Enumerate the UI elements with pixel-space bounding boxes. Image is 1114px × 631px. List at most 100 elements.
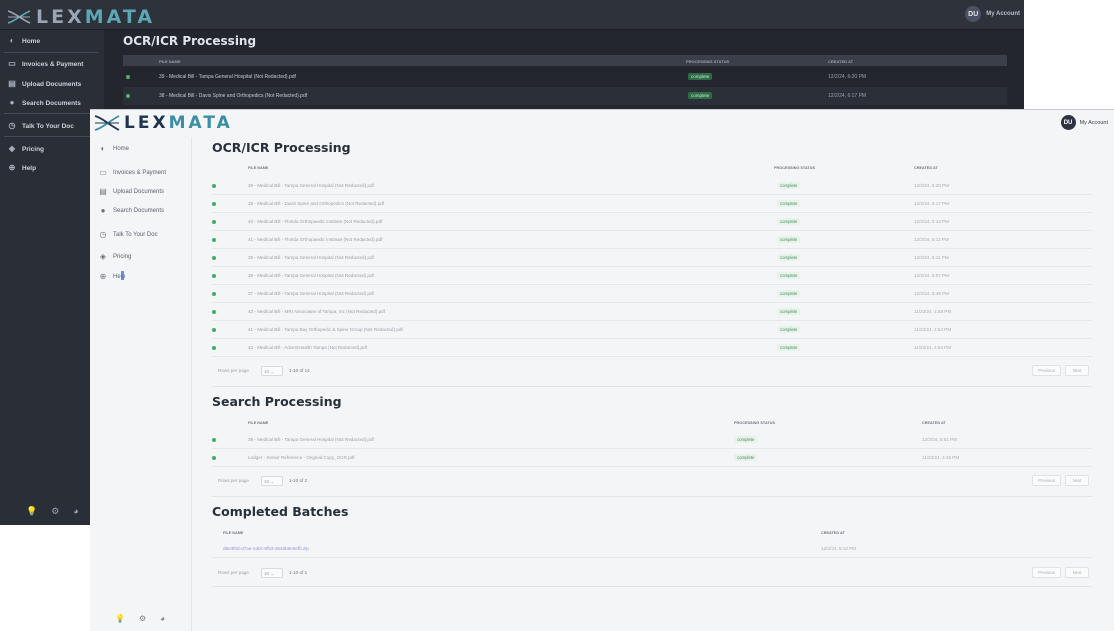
- file-name[interactable]: 41 - Medical Bill - Tampa Bay Orthopedic…: [248, 327, 403, 332]
- table-row[interactable]: 40 - Medical Bill - Florida Orthopaedic …: [212, 213, 1092, 231]
- sidebar-item-pricing[interactable]: ◈ Pricing: [0, 140, 100, 158]
- column-header-created[interactable]: CREATED AT: [821, 531, 845, 535]
- logo[interactable]: LEXMATA: [94, 113, 233, 133]
- account-label[interactable]: My Account: [1080, 120, 1108, 126]
- previous-button[interactable]: Previous: [1032, 567, 1061, 578]
- file-name[interactable]: 39 - Medical Bill - Tampa General Hospit…: [159, 74, 296, 80]
- table-row[interactable]: 41 - Medical Bill - Tampa Bay Orthopedic…: [212, 321, 1092, 339]
- table-row[interactable]: Ledger - Senior Reference - Original Cop…: [212, 449, 1092, 467]
- created-at: 12/2/24, 5:51 PM: [922, 437, 957, 442]
- sidebar-item-help[interactable]: ⊕ Help: [0, 159, 100, 177]
- account-menu[interactable]: DU My Account: [965, 6, 1020, 22]
- table-row[interactable]: 39 - Medical Bill - Tampa General Hospit…: [123, 68, 1007, 86]
- avatar[interactable]: DU: [1060, 115, 1076, 130]
- sidebar-item-talk[interactable]: ◷ Talk To Your Doc: [0, 117, 100, 135]
- column-header-status[interactable]: PROCESSING STATUS: [686, 59, 729, 64]
- column-header-file-name[interactable]: FILE NAME: [248, 421, 268, 425]
- table-row[interactable]: 38 - Medical Bill - Davis Spine and Orth…: [123, 87, 1007, 105]
- card-icon: ▭: [8, 59, 16, 68]
- file-name[interactable]: 39 - Medical Bill - Tampa General Hospit…: [248, 183, 374, 188]
- account-label[interactable]: My Account: [986, 11, 1020, 17]
- column-header-status[interactable]: PROCESSING STATUS: [734, 421, 775, 425]
- sidebar-item-upload[interactable]: ▤ Upload Documents: [90, 185, 190, 199]
- sidebar-item-home[interactable]: ◐ Home: [90, 142, 190, 156]
- theme-toggle-icon[interactable]: ◕: [73, 506, 78, 517]
- file-name[interactable]: 38 - Medical Bill - Davis Spine and Orth…: [159, 93, 307, 99]
- file-name[interactable]: 41 - Medical Bill - Florida Orthopaedic …: [248, 237, 382, 242]
- sidebar-footer: 💡 ⚙ ◕: [115, 614, 165, 623]
- sidebar-item-upload[interactable]: ▤ Upload Documents: [0, 75, 100, 93]
- sidebar-item-label: Search Documents: [22, 99, 81, 107]
- text-cursor: [121, 271, 124, 280]
- status-dot: [126, 75, 130, 79]
- next-button[interactable]: Next: [1065, 567, 1089, 578]
- status-badge: complete: [777, 182, 801, 189]
- rows-per-page-select[interactable]: 10 ⌄: [261, 568, 283, 578]
- main-content: OCR/ICR Processing FILE NAME PROCESSING …: [192, 137, 1114, 631]
- file-name[interactable]: 37 - Medical Bill - Tampa General Hospit…: [248, 291, 374, 296]
- previous-button[interactable]: Previous: [1032, 475, 1061, 486]
- table-row[interactable]: 43 - Medical Bill - AdventHealth Tampa (…: [212, 339, 1092, 357]
- sidebar-item-pricing[interactable]: ◈ Pricing: [90, 250, 190, 264]
- status-dot: [212, 438, 216, 442]
- table-row[interactable]: 39 - Medical Bill - Tampa General Hospit…: [212, 267, 1092, 285]
- table-row[interactable]: 38 - Medical Bill - Davis Spine and Orth…: [212, 195, 1092, 213]
- ocr-pagination: Rows per page 10 ⌄ 1-10 of 14 Previous N…: [212, 363, 1092, 379]
- sidebar-item-home[interactable]: ◐ Home: [0, 32, 100, 50]
- sidebar-item-talk[interactable]: ◷ Talk To Your Doc: [90, 228, 190, 242]
- file-name[interactable]: 42 - Medical Bill - MRI Associates of Ta…: [248, 309, 385, 314]
- sidebar-item-invoices[interactable]: ▭ Invoices & Payment: [90, 166, 190, 180]
- created-at: 12/2/24, 6:20 PM: [828, 74, 867, 80]
- table-row[interactable]: 42 - Medical Bill - MRI Associates of Ta…: [212, 303, 1092, 321]
- table-row[interactable]: 39 - Medical Bill - Tampa General Hospit…: [212, 177, 1092, 195]
- lightbulb-icon[interactable]: 💡: [115, 614, 125, 623]
- column-header-created[interactable]: CREATED AT: [914, 166, 938, 170]
- file-name[interactable]: 40 - Medical Bill - Florida Orthopaedic …: [248, 219, 382, 224]
- sidebar-item-help[interactable]: ⊕ Help: [90, 270, 190, 284]
- file-name[interactable]: 43 - Medical Bill - AdventHealth Tampa (…: [248, 345, 367, 350]
- batches-section-title: Completed Batches: [212, 504, 349, 519]
- logo[interactable]: LEXMATA: [7, 6, 155, 28]
- status-badge: complete: [777, 326, 801, 333]
- next-button[interactable]: Next: [1065, 365, 1089, 376]
- document-icon: ▤: [99, 187, 107, 196]
- file-name[interactable]: Ledger - Senior Reference - Original Cop…: [248, 455, 354, 460]
- page-range: 1-10 of 2: [289, 478, 308, 483]
- rows-per-page-select[interactable]: 10 ⌄: [261, 476, 283, 486]
- column-header-file-name[interactable]: FILE NAME: [248, 166, 268, 170]
- file-name[interactable]: 38 - Medical Bill - Davis Spine and Orth…: [248, 201, 384, 206]
- globe-icon: ⊕: [99, 272, 107, 281]
- table-row[interactable]: 39 - Medical Bill - Tampa General Hospit…: [212, 431, 1092, 449]
- globe-icon: ⊕: [8, 163, 16, 172]
- sidebar-item-label: Upload Documents: [113, 189, 165, 195]
- file-name[interactable]: 39 - Medical Bill - Tampa General Hospit…: [248, 437, 374, 442]
- gear-icon[interactable]: ⚙: [51, 506, 59, 517]
- column-header-file-name[interactable]: FILE NAME: [223, 531, 243, 535]
- column-header-created[interactable]: CREATED AT: [922, 421, 946, 425]
- lightbulb-icon[interactable]: 💡: [26, 506, 37, 517]
- account-menu[interactable]: DU My Account: [1060, 115, 1108, 130]
- column-header-created[interactable]: CREATED AT: [828, 59, 853, 64]
- file-name[interactable]: 35 - Medical Bill - Tampa General Hospit…: [248, 255, 374, 260]
- table-row[interactable]: 35 - Medical Bill - Tampa General Hospit…: [212, 249, 1092, 267]
- status-dot: [212, 256, 216, 260]
- status-badge: complete: [688, 92, 713, 99]
- avatar[interactable]: DU: [965, 6, 982, 22]
- table-row[interactable]: 41 - Medical Bill - Florida Orthopaedic …: [212, 231, 1092, 249]
- status-dot: [212, 292, 216, 296]
- sidebar-item-search[interactable]: ● Search Documents: [0, 94, 100, 112]
- batch-download-link[interactable]: d8e3f0d-d7ae-4d0c-9f93-3548b8e0efb.zip: [223, 546, 309, 551]
- file-name[interactable]: 39 - Medical Bill - Tampa General Hospit…: [248, 273, 374, 278]
- table-row[interactable]: d8e3f0d-d7ae-4d0c-9f93-3548b8e0efb.zip 1…: [212, 540, 1092, 558]
- sidebar-item-invoices[interactable]: ▭ Invoices & Payment: [0, 55, 100, 73]
- sidebar-item-search[interactable]: ● Search Documents: [90, 204, 190, 218]
- gear-icon[interactable]: ⚙: [139, 614, 146, 623]
- theme-toggle-icon[interactable]: ◕: [160, 614, 165, 623]
- next-button[interactable]: Next: [1065, 475, 1089, 486]
- table-row[interactable]: 37 - Medical Bill - Tampa General Hospit…: [212, 285, 1092, 303]
- card-icon: ▭: [99, 168, 107, 177]
- rows-per-page-select[interactable]: 10 ⌄: [261, 366, 283, 376]
- column-header-status[interactable]: PROCESSING STATUS: [774, 166, 815, 170]
- previous-button[interactable]: Previous: [1032, 365, 1061, 376]
- column-header-file-name[interactable]: FILE NAME: [159, 59, 181, 64]
